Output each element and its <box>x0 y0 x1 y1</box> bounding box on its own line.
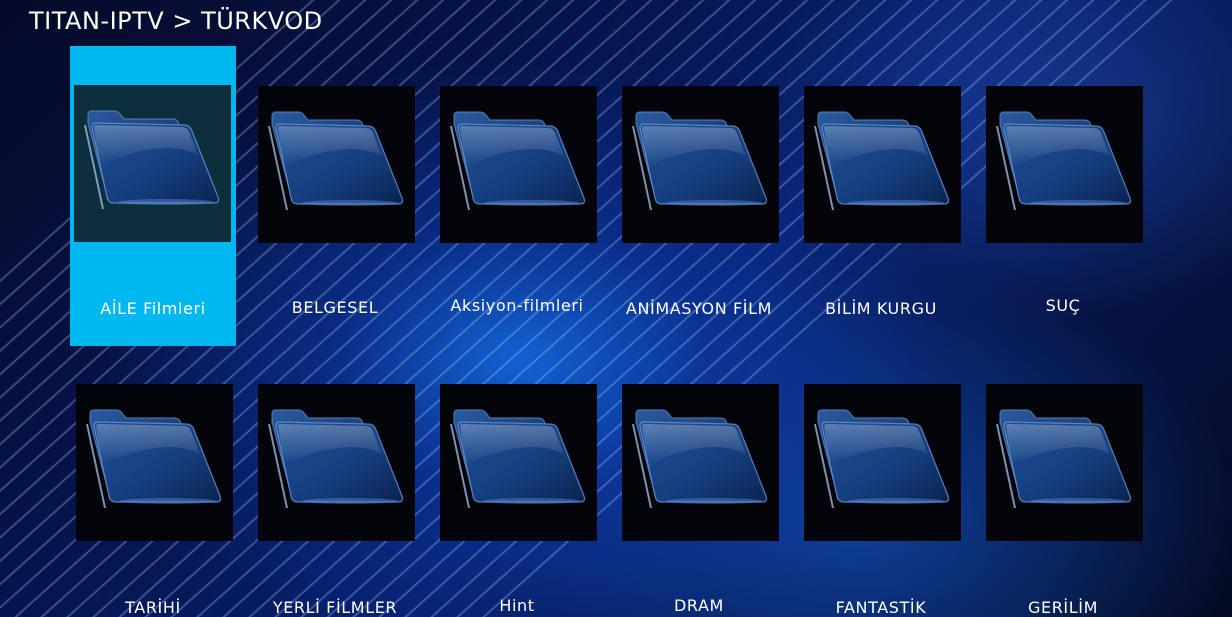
category-thumbnail <box>76 384 233 541</box>
category-grid: AİLE Filmleri BELGESEL Aksiyon-filmleri … <box>0 0 1232 617</box>
category-label: Aksiyon-filmleri <box>450 296 584 315</box>
folder-icon <box>449 409 586 509</box>
folder-icon <box>813 409 950 509</box>
category-tile-fantastik[interactable]: FANTASTİK <box>798 344 964 617</box>
category-tile-aksiyon-filmleri[interactable]: Aksiyon-filmleri <box>434 46 600 346</box>
category-tile-animasyon-film[interactable]: ANİMASYON FİLM <box>616 46 782 346</box>
category-thumbnail <box>440 384 597 541</box>
category-label: BELGESEL <box>291 298 379 317</box>
folder-icon <box>631 409 768 509</box>
category-thumbnail <box>258 86 415 243</box>
folder-icon <box>85 409 222 509</box>
category-tile-dram[interactable]: DRAM <box>616 344 782 617</box>
folder-icon <box>631 111 768 211</box>
category-label: GERİLİM <box>1028 598 1098 617</box>
category-label: TARİHİ <box>125 598 181 617</box>
category-tile-gerilim[interactable]: GERİLİM <box>980 344 1146 617</box>
category-tile-aile-filmleri[interactable]: AİLE Filmleri <box>70 46 236 346</box>
category-tile-tarihi[interactable]: TARİHİ <box>70 344 236 617</box>
category-thumbnail <box>74 85 231 242</box>
category-label: ANİMASYON FİLM <box>625 299 773 318</box>
category-tile-suc[interactable]: SUÇ <box>980 46 1146 346</box>
category-label: SUÇ <box>1045 296 1081 315</box>
category-thumbnail <box>258 384 415 541</box>
category-tile-yerli-filmler[interactable]: YERLİ FİLMLER <box>252 344 418 617</box>
category-thumbnail <box>986 384 1143 541</box>
folder-icon <box>449 111 586 211</box>
folder-icon <box>995 111 1132 211</box>
category-tile-hint[interactable]: Hint <box>434 344 600 617</box>
category-thumbnail <box>622 86 779 243</box>
category-tile-bilim-kurgu[interactable]: BİLİM KURGU <box>798 46 964 346</box>
folder-icon <box>267 111 404 211</box>
category-label: AİLE Filmleri <box>100 299 206 318</box>
category-thumbnail <box>986 86 1143 243</box>
category-label: FANTASTİK <box>835 598 927 617</box>
category-thumbnail <box>804 86 961 243</box>
folder-icon <box>83 110 220 210</box>
category-thumbnail <box>440 86 597 243</box>
folder-icon <box>995 409 1132 509</box>
category-label: BİLİM KURGU <box>825 299 937 318</box>
category-label: DRAM <box>674 596 724 615</box>
category-label: YERLİ FİLMLER <box>272 598 398 617</box>
folder-icon <box>813 111 950 211</box>
folder-icon <box>267 409 404 509</box>
category-tile-belgesel[interactable]: BELGESEL <box>252 46 418 346</box>
category-thumbnail <box>622 384 779 541</box>
category-thumbnail <box>804 384 961 541</box>
category-label: Hint <box>499 596 535 615</box>
